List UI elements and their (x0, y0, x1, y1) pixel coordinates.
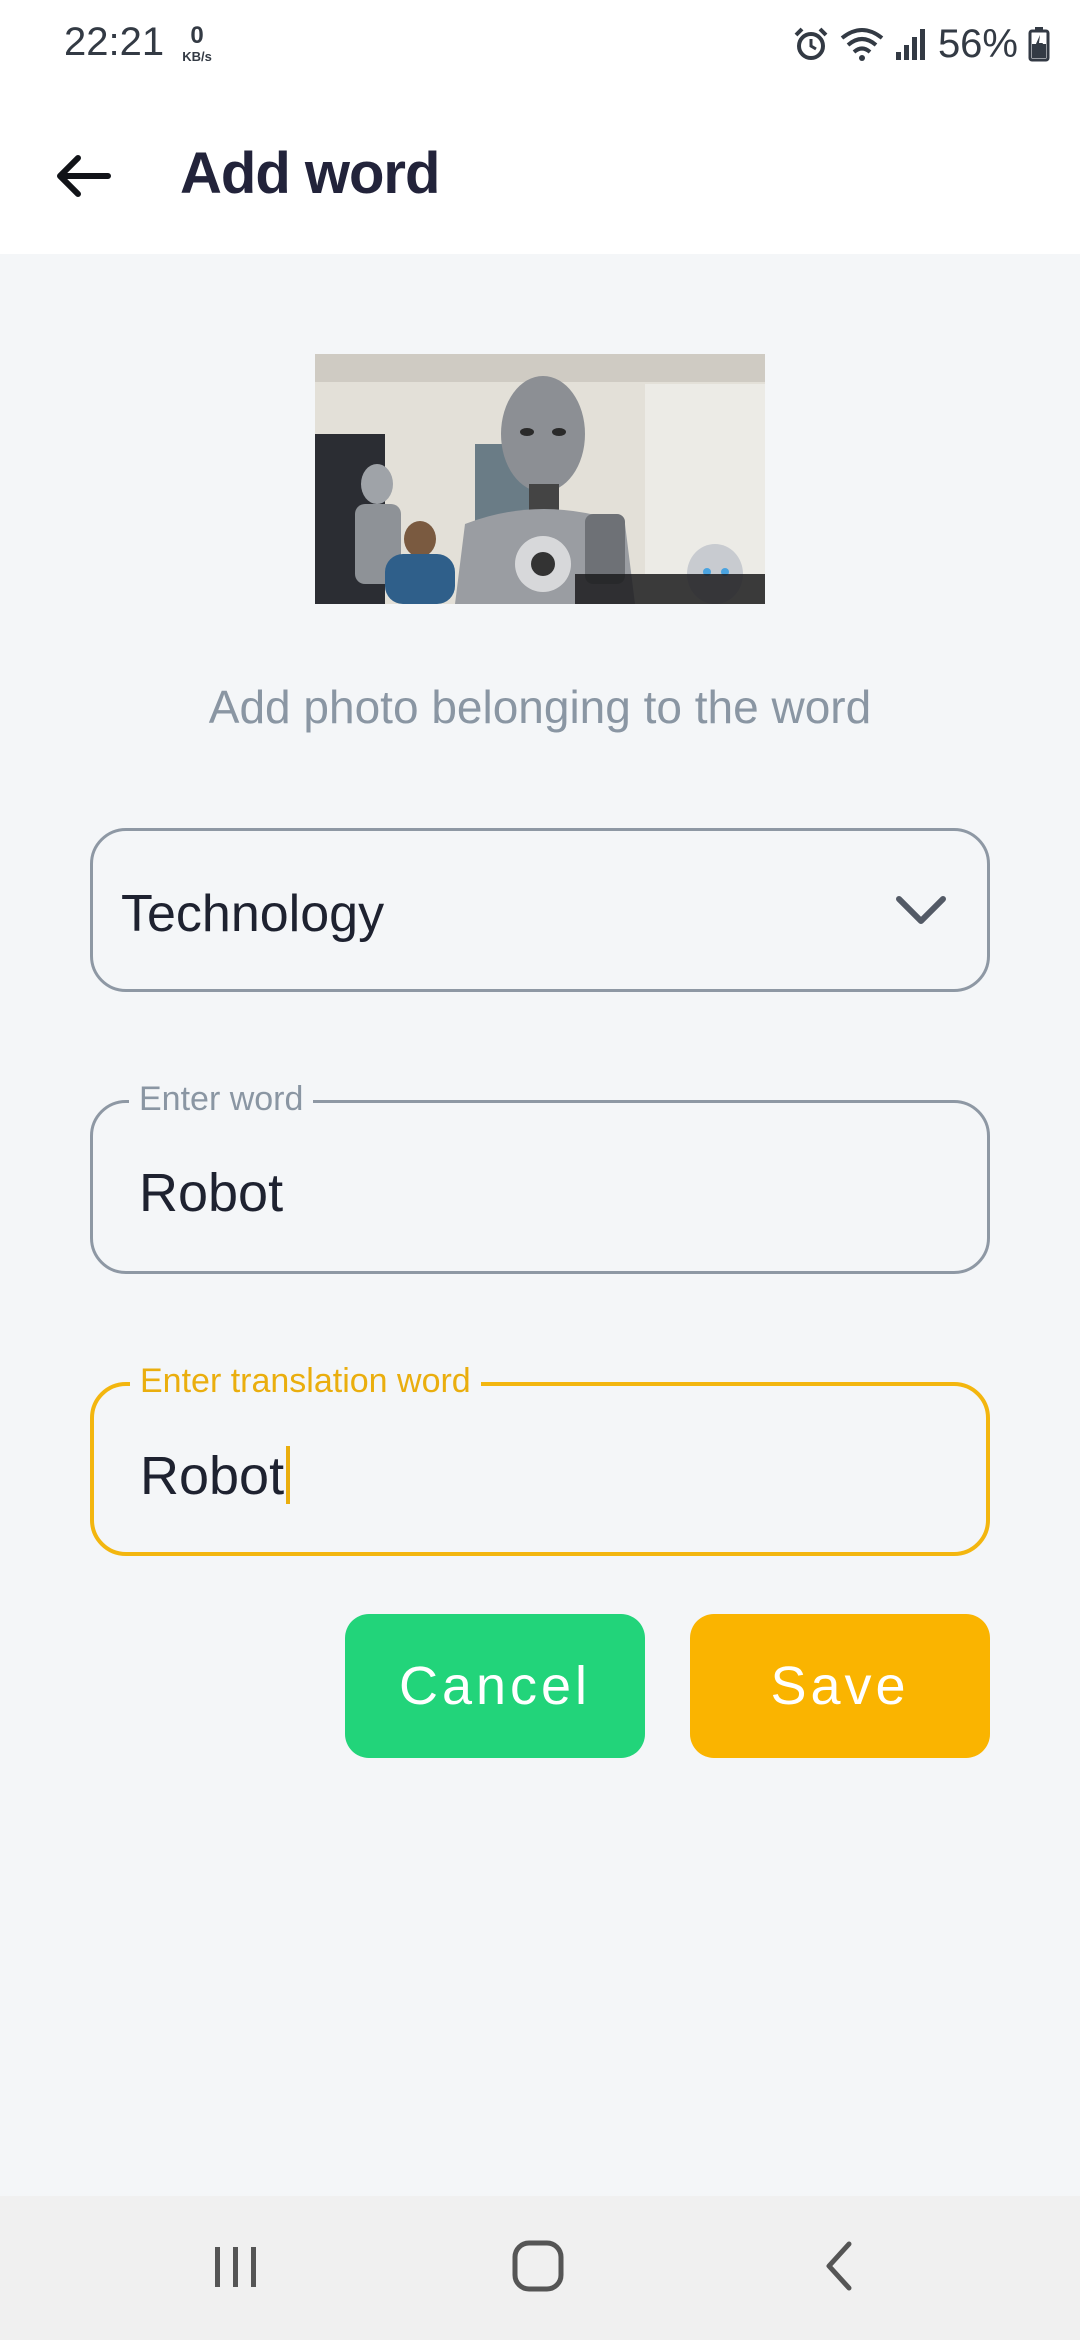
battery-percentage: 56% (937, 21, 1018, 66)
status-bar: 22:21 0 KB/s 56% (0, 0, 1080, 92)
signal-icon (895, 29, 925, 60)
status-icons: 56% (792, 18, 1050, 70)
network-speed-unit: KB/s (182, 49, 212, 64)
status-time: 22:21 (64, 20, 165, 64)
system-navigation-bar (0, 2196, 1080, 2340)
word-field[interactable]: Enter word Robot (90, 1079, 990, 1274)
word-photo[interactable] (315, 354, 765, 604)
back-button[interactable] (46, 140, 118, 212)
recent-apps-button[interactable] (186, 2226, 286, 2306)
translation-input[interactable]: Robot (140, 1444, 291, 1508)
arrow-left-icon (57, 155, 111, 197)
translation-field-label: Enter translation word (130, 1361, 481, 1401)
back-nav-button[interactable] (790, 2226, 890, 2306)
network-speed: 0 KB/s (174, 22, 220, 64)
chevron-down-icon (896, 896, 946, 924)
category-dropdown[interactable]: Technology (90, 828, 990, 992)
translation-input-value: Robot (140, 1446, 285, 1506)
alarm-icon (794, 27, 828, 60)
word-field-label: Enter word (129, 1079, 314, 1119)
translation-field[interactable]: Enter translation word Robot (90, 1361, 990, 1556)
save-button[interactable]: Save (690, 1614, 990, 1758)
cancel-button[interactable]: Cancel (345, 1614, 645, 1758)
battery-charging-icon (1028, 27, 1050, 62)
photo-hint: Add photo belonging to the word (208, 681, 872, 733)
wifi-icon (840, 28, 884, 61)
home-icon (512, 2240, 564, 2292)
chevron-left-icon (826, 2241, 852, 2291)
app-bar: Add word (0, 92, 1080, 254)
word-input-value[interactable]: Robot (139, 1161, 283, 1225)
category-value: Technology (121, 885, 385, 943)
robot-photo (315, 354, 765, 604)
page-title: Add word (180, 141, 440, 206)
recent-apps-icon (215, 2247, 256, 2287)
home-button[interactable] (488, 2226, 588, 2306)
text-cursor (286, 1446, 291, 1504)
network-speed-value: 0 (190, 22, 204, 49)
